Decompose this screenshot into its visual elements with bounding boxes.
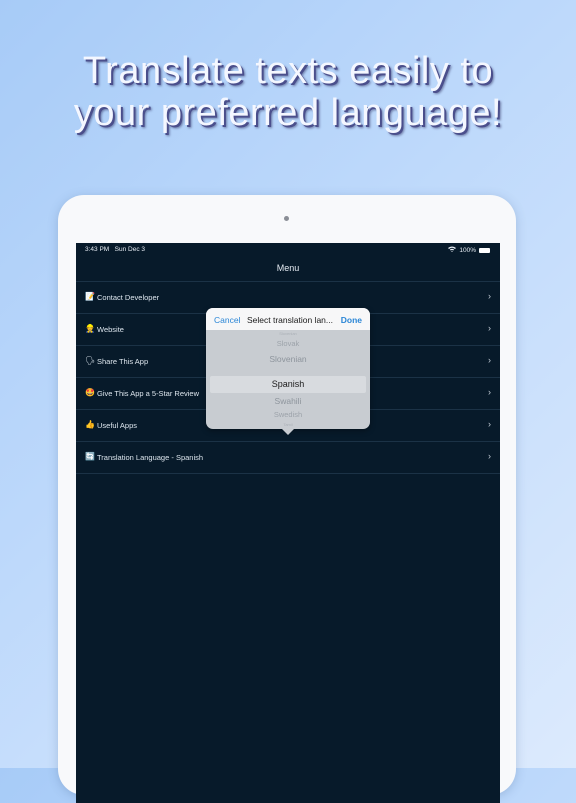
picker-option[interactable]: Swedish bbox=[206, 410, 370, 419]
chevron-right-icon: › bbox=[488, 291, 491, 301]
menu-item-label: Contact Developer bbox=[97, 293, 160, 302]
speaking-head-icon: 🗣 bbox=[85, 356, 96, 365]
status-time: 3:43 PM bbox=[85, 246, 110, 253]
menu-item-label: Translation Language - Spanish bbox=[97, 453, 204, 462]
menu-item-label: Useful Apps bbox=[97, 421, 138, 430]
chevron-right-icon: › bbox=[488, 419, 491, 429]
star-struck-icon: 🤩 bbox=[85, 388, 95, 397]
battery-icon bbox=[479, 247, 490, 253]
popover-title: Select translation lan... bbox=[247, 315, 333, 325]
popover-header: Cancel Select translation lan... Done bbox=[206, 308, 370, 330]
chevron-right-icon: › bbox=[488, 451, 491, 461]
cancel-button[interactable]: Cancel bbox=[214, 315, 240, 325]
memo-icon: 📝 bbox=[85, 292, 95, 301]
picker-option[interactable]: Tamil bbox=[206, 422, 370, 427]
ipad-device-frame: 3:43 PM Sun Dec 3 100% Menu 📝 Contact De… bbox=[58, 195, 516, 803]
camera-dot bbox=[284, 216, 289, 221]
menu-item-label: Website bbox=[97, 325, 124, 334]
picker-option-selected[interactable]: Spanish bbox=[206, 379, 370, 389]
picker-option[interactable]: Swahili bbox=[206, 396, 370, 406]
battery-percent: 100% bbox=[459, 246, 476, 254]
status-bar: 3:43 PM Sun Dec 3 100% bbox=[76, 243, 500, 257]
picker-option[interactable]: Slovenian bbox=[206, 331, 370, 336]
menu-item-label: Share This App bbox=[97, 357, 149, 366]
chevron-right-icon: › bbox=[488, 387, 491, 397]
menu-item-translation-language[interactable]: 🔄 Translation Language - Spanish › bbox=[76, 441, 500, 474]
nav-title: Menu bbox=[276, 263, 300, 273]
language-picker-popover: Cancel Select translation lan... Done Sl… bbox=[206, 308, 370, 435]
promo-headline: Translate texts easily to your preferred… bbox=[0, 50, 576, 134]
refresh-icon: 🔄 bbox=[85, 452, 95, 461]
popover-arrow bbox=[282, 429, 294, 435]
language-picker-wheel[interactable]: Slovenian Slovak Slovenian Spanish Swahi… bbox=[206, 330, 370, 429]
picker-option[interactable]: Slovenian bbox=[206, 354, 370, 364]
headline-line-1: Translate texts easily to bbox=[82, 50, 494, 92]
thumbs-up-icon: 👍 bbox=[85, 420, 95, 429]
status-date: Sun Dec 3 bbox=[114, 246, 145, 253]
headline-line-2: your preferred language! bbox=[73, 92, 503, 134]
chevron-right-icon: › bbox=[488, 323, 491, 333]
picker-option[interactable]: Slovak bbox=[206, 339, 370, 348]
app-screen: 3:43 PM Sun Dec 3 100% Menu 📝 Contact De… bbox=[76, 243, 500, 803]
chevron-right-icon: › bbox=[488, 355, 491, 365]
done-button[interactable]: Done bbox=[341, 315, 362, 325]
menu-item-label: Give This App a 5-Star Review bbox=[97, 389, 199, 398]
wifi-icon bbox=[448, 246, 457, 254]
construction-worker-icon: 👷 bbox=[85, 324, 95, 333]
